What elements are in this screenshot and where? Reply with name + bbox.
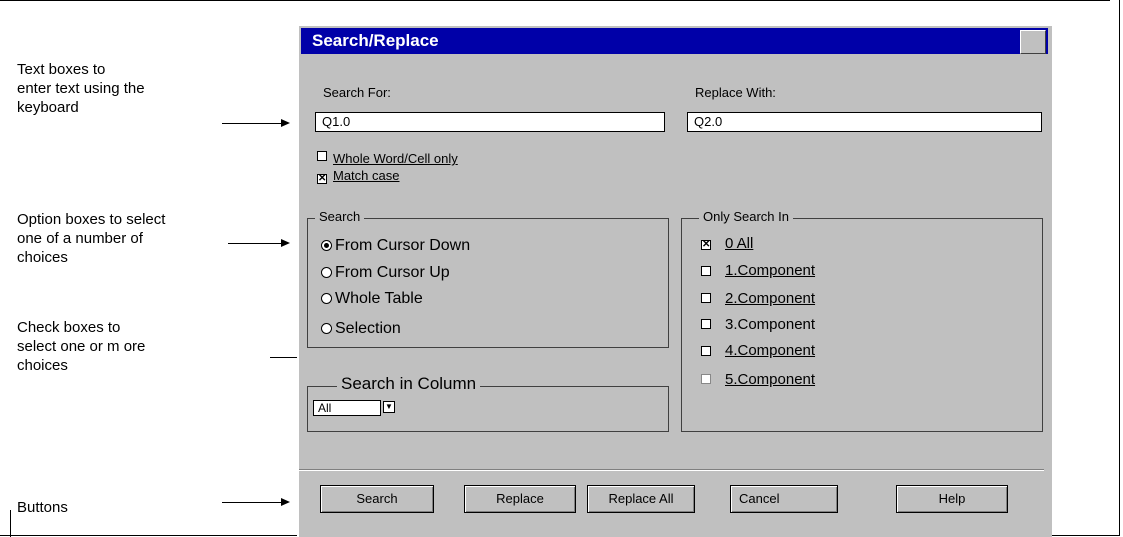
checkbox-component-1-label[interactable]: 1.Component <box>725 262 815 279</box>
dialog-title: Search/Replace <box>312 31 439 50</box>
search-replace-dialog: Search/Replace Search For: Q1.0 Replace … <box>297 24 1052 537</box>
radio-icon <box>321 293 332 304</box>
annotation-check-boxes: Check boxes to select one or m ore choic… <box>17 318 145 375</box>
cancel-button[interactable]: Cancel <box>730 485 838 513</box>
annotation-line: choices <box>17 357 68 374</box>
radio-icon <box>321 267 332 278</box>
annotation-line: keyboard <box>17 99 79 116</box>
radio-from-cursor-up[interactable]: From Cursor Up <box>321 264 450 282</box>
replace-all-button[interactable]: Replace All <box>587 485 695 513</box>
checkbox-all[interactable]: ✕ <box>701 240 711 250</box>
checkbox-component-2-label[interactable]: 2.Component <box>725 290 815 307</box>
option-label: From Cursor Up <box>335 264 450 281</box>
annotation-line: select one or m ore <box>17 338 146 355</box>
annotation-text-boxes: Text boxes to enter text using the keybo… <box>17 60 145 117</box>
checkbox-all-label[interactable]: 0 All <box>725 235 753 252</box>
annotation-line: Text boxes to <box>17 61 106 78</box>
annotation-line: choices <box>17 249 68 266</box>
annotation-line: one of a number of <box>17 230 143 247</box>
match-case-label[interactable]: Match case <box>333 168 399 183</box>
checkbox-component-5[interactable] <box>701 374 711 384</box>
option-label: From Cursor Down <box>335 237 471 254</box>
radio-icon <box>321 323 332 334</box>
arrow-to-option-boxes <box>228 239 290 247</box>
column-select[interactable]: All <box>313 400 381 416</box>
checkbox-component-3[interactable] <box>701 319 711 329</box>
checkbox-component-4-label[interactable]: 4.Component <box>725 342 815 359</box>
annotation-line: enter text using the <box>17 80 145 97</box>
checkbox-component-3-label[interactable]: 3.Component <box>725 316 815 333</box>
radio-selected-icon <box>321 240 332 251</box>
figure-left-border <box>10 510 11 537</box>
search-button[interactable]: Search <box>320 485 434 513</box>
column-group-legend: Search in Column <box>337 374 481 394</box>
option-label: Whole Table <box>335 290 423 307</box>
annotation-option-boxes: Option boxes to select one of a number o… <box>17 210 165 267</box>
radio-selection[interactable]: Selection <box>321 320 401 338</box>
radio-whole-table[interactable]: Whole Table <box>321 290 423 308</box>
arrow-to-text-boxes <box>222 119 290 127</box>
match-case-checkbox[interactable]: ✕ <box>317 174 327 184</box>
checkbox-component-1[interactable] <box>701 266 711 276</box>
annotation-buttons: Buttons <box>17 499 68 516</box>
chevron-down-icon[interactable]: ▼ <box>383 401 395 413</box>
only-search-in-legend: Only Search In <box>699 209 793 224</box>
annotation-line: Option boxes to select <box>17 211 166 228</box>
arrow-to-buttons <box>222 498 290 506</box>
search-for-label: Search For: <box>323 85 391 100</box>
replace-with-label: Replace With: <box>695 85 776 100</box>
whole-word-label[interactable]: Whole Word/Cell only <box>333 151 458 166</box>
replace-with-input[interactable]: Q2.0 <box>687 112 1042 132</box>
search-group-legend: Search <box>315 209 365 224</box>
window-control-button[interactable] <box>1020 30 1046 54</box>
checkbox-component-5-label[interactable]: 5.Component <box>725 371 815 388</box>
checkbox-component-2[interactable] <box>701 293 711 303</box>
checkbox-component-4[interactable] <box>701 346 711 356</box>
annotation-line: Check boxes to <box>17 319 121 336</box>
whole-word-checkbox[interactable] <box>317 151 327 161</box>
radio-from-cursor-down[interactable]: From Cursor Down <box>321 237 470 255</box>
search-for-input[interactable]: Q1.0 <box>315 112 665 132</box>
title-bar[interactable]: Search/Replace <box>301 28 1048 54</box>
column-select-value: All <box>318 401 332 415</box>
button-separator <box>299 469 1044 471</box>
replace-button[interactable]: Replace <box>464 485 576 513</box>
help-button[interactable]: Help <box>896 485 1008 513</box>
option-label: Selection <box>335 320 401 337</box>
